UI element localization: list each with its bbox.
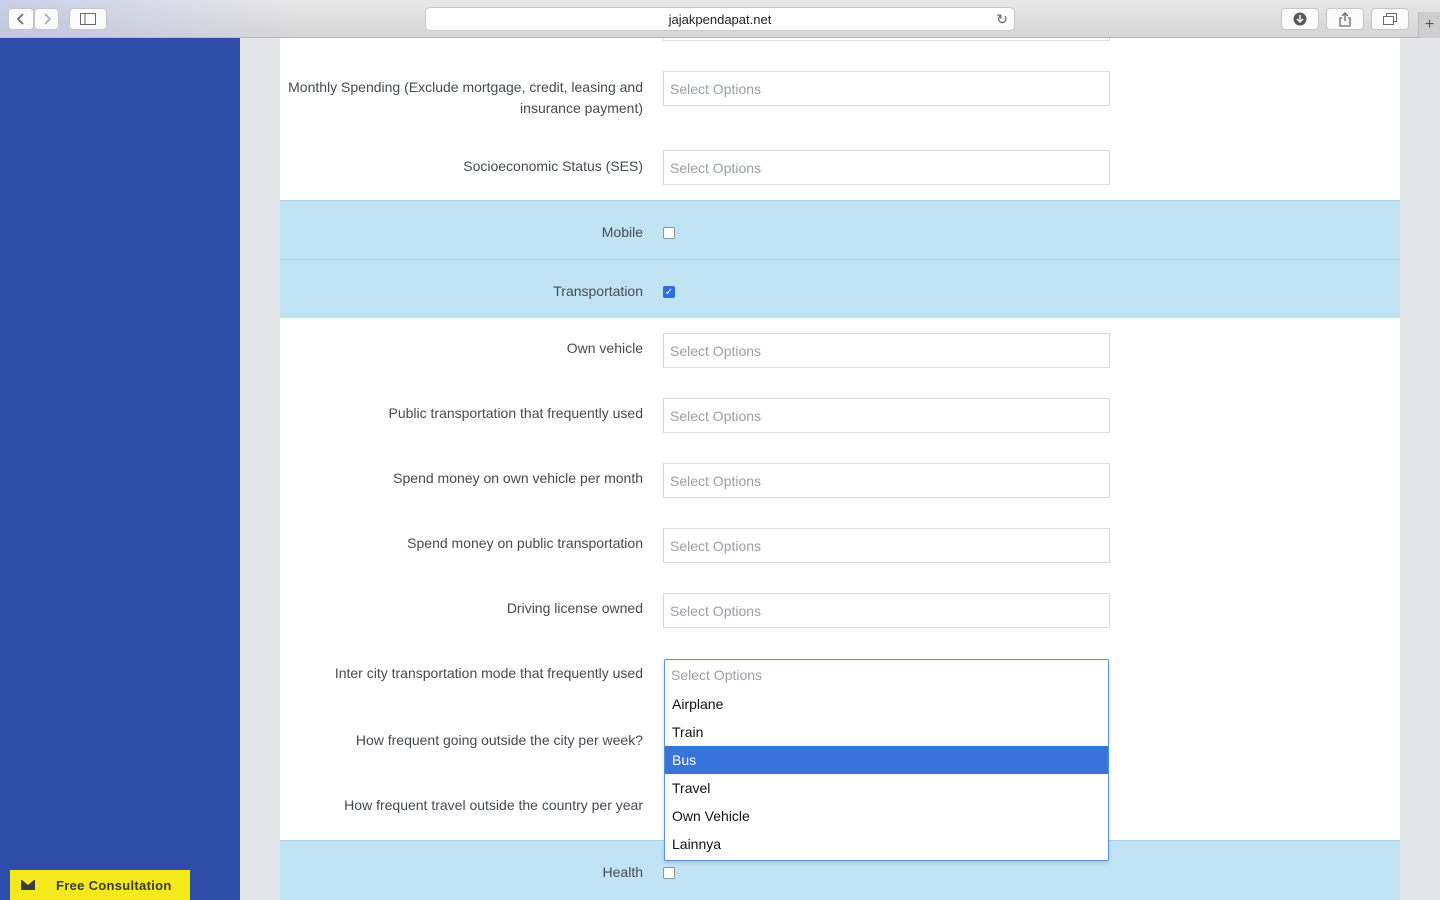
spend-public-select[interactable]: Select Options [663,528,1110,563]
transportation-checkbox[interactable]: ✓ [663,286,675,298]
dropdown-option-bus[interactable]: Bus [665,746,1108,774]
mobile-label: Mobile [601,224,643,240]
chevron-left-icon [17,13,24,25]
tabs-overview-button[interactable] [1371,8,1409,30]
public-transport-select[interactable]: Select Options [663,398,1110,433]
tabs-icon [1383,13,1397,25]
envelope-icon [10,870,46,900]
intercity-label: Inter city transportation mode that freq… [334,665,643,681]
mobile-section: Mobile [280,200,1400,259]
driving-license-select[interactable]: Select Options [663,593,1110,628]
dropdown-option-lainnya[interactable]: Lainnya [665,830,1108,858]
new-tab-button[interactable]: + [1418,12,1440,38]
public-transport-label: Public transportation that frequently us… [388,405,644,421]
spend-public-label: Spend money on public transportation [407,535,643,551]
chevron-right-icon [43,13,51,25]
download-icon [1293,12,1307,26]
dropdown-option-train[interactable]: Train [665,718,1108,746]
monthly-spending-label: Monthly Spending (Exclude mortgage, cred… [288,79,643,116]
transportation-label: Transportation [553,283,643,299]
free-consultation-button[interactable]: Free Consultation [10,870,190,900]
ses-label: Socioeconomic Status (SES) [463,158,643,174]
dropdown-option-airplane[interactable]: Airplane [665,690,1108,718]
back-button[interactable] [8,8,34,30]
health-checkbox[interactable] [663,867,675,879]
browser-toolbar: jajakpendapat.net ↻ + [0,0,1440,38]
spend-own-vehicle-label: Spend money on own vehicle per month [393,470,643,486]
intercity-dropdown-search[interactable]: Select Options [665,660,1108,690]
survey-form-panel: Monthly Spending (Exclude mortgage, cred… [280,38,1400,900]
spend-own-vehicle-select[interactable]: Select Options [663,463,1110,498]
address-bar[interactable]: jajakpendapat.net ↻ [425,7,1015,31]
outside-city-label: How frequent going outside the city per … [355,732,643,748]
sidebar-toggle-button[interactable] [69,8,107,30]
ses-select[interactable]: Select Options [663,150,1110,185]
downloads-button[interactable] [1281,8,1319,30]
left-sidebar: Free Consultation [0,38,240,900]
share-icon [1339,11,1351,27]
forward-button[interactable] [34,8,59,30]
reload-icon[interactable]: ↻ [996,11,1008,28]
share-button[interactable] [1326,8,1364,30]
dropdown-option-travel[interactable]: Travel [665,774,1108,802]
sidebar-icon [80,13,96,25]
health-label: Health [602,864,643,880]
free-consultation-label: Free Consultation [56,877,172,893]
dropdown-option-own-vehicle[interactable]: Own Vehicle [665,802,1108,830]
transportation-section: Transportation ✓ [280,259,1400,318]
monthly-spending-select[interactable]: Select Options [663,71,1110,106]
mobile-checkbox[interactable] [663,227,675,239]
url-text: jajakpendapat.net [668,11,772,27]
plus-icon: + [1424,16,1435,33]
driving-license-label: Driving license owned [506,600,643,616]
intercity-dropdown[interactable]: Select Options Airplane Train Bus Travel… [664,659,1109,861]
own-vehicle-select[interactable]: Select Options [663,333,1110,368]
outside-country-label: How frequent travel outside the country … [344,797,643,813]
select-field-partial[interactable] [663,38,1110,41]
own-vehicle-label: Own vehicle [566,340,643,356]
